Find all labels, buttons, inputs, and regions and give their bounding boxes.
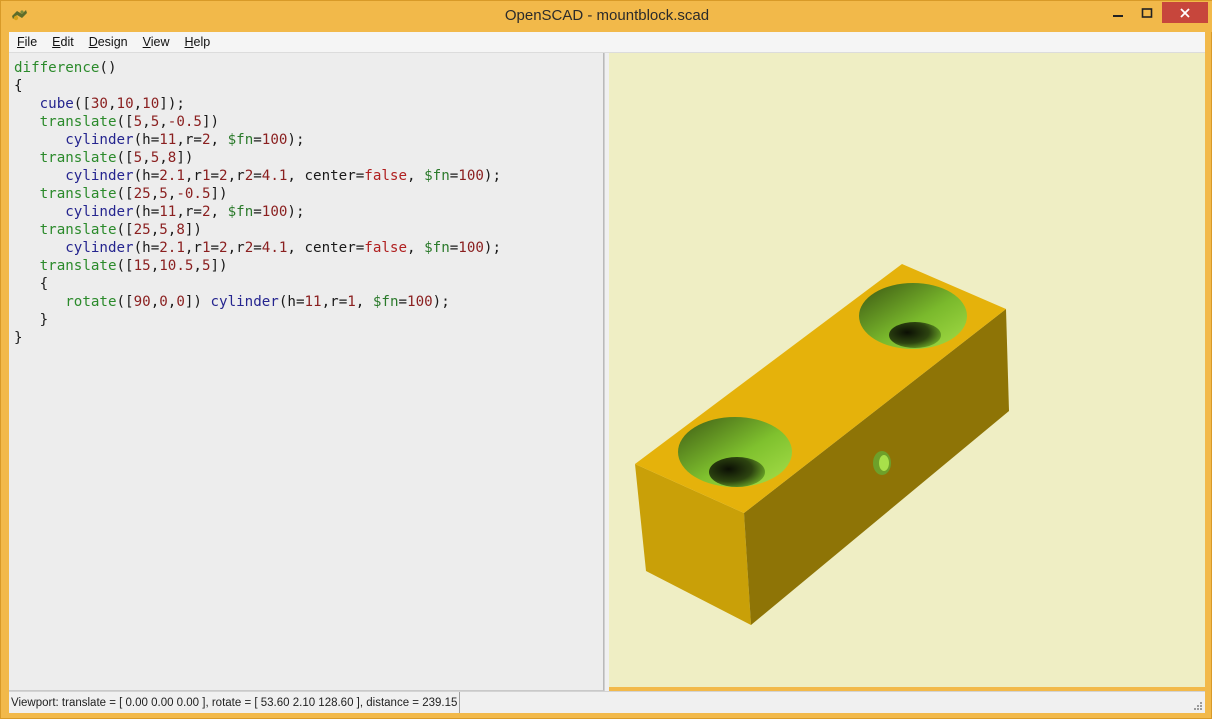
code-line: cylinder(h=11,r=2, $fn=100); (65, 204, 305, 220)
code-line: difference() (14, 60, 117, 76)
menu-file[interactable]: File (9, 35, 44, 49)
maximize-button[interactable] (1132, 2, 1162, 23)
code-line: translate([5,5,-0.5]) (39, 114, 220, 130)
title-bar[interactable]: OpenSCAD - mountblock.scad (1, 1, 1212, 32)
code-line: rotate([90,0,0]) cylinder(h=11,r=1, $fn=… (65, 294, 450, 310)
code-line: translate([25,5,8]) (39, 222, 202, 238)
side-hole (873, 451, 891, 475)
code-line: } (14, 330, 23, 346)
code-line: cylinder(h=2.1,r1=2,r2=4.1, center=false… (65, 168, 501, 184)
menu-design[interactable]: Design (81, 35, 135, 49)
countersink-hole-left (678, 417, 792, 487)
menu-view[interactable]: View (135, 35, 177, 49)
menu-help[interactable]: Help (177, 35, 218, 49)
code-line: translate([15,10.5,5]) (39, 258, 228, 274)
status-bar: Viewport: translate = [ 0.00 0.00 0.00 ]… (9, 691, 1205, 713)
app-window: OpenSCAD - mountblock.scad File Edit Des… (0, 0, 1212, 719)
code-line: translate([5,5,8]) (39, 150, 194, 166)
rendered-model (635, 264, 1009, 625)
countersink-hole-right (859, 283, 967, 349)
code-line: cylinder(h=11,r=2, $fn=100); (65, 132, 305, 148)
code-line: translate([25,5,-0.5]) (39, 186, 228, 202)
code-line: { (39, 276, 49, 292)
maximize-icon (1141, 7, 1153, 18)
close-button[interactable] (1162, 2, 1208, 23)
minimize-button[interactable] (1103, 2, 1133, 23)
code-editor[interactable]: difference() { cube([30,10,10]); translat… (9, 53, 604, 691)
code-line: cylinder(h=2.1,r1=2,r2=4.1, center=false… (65, 240, 501, 256)
3d-viewport[interactable] (609, 53, 1205, 687)
viewport-status: Viewport: translate = [ 0.00 0.00 0.00 ]… (11, 692, 461, 713)
code-line: { (14, 78, 23, 94)
resize-grip-icon[interactable] (1192, 700, 1202, 710)
minimize-icon (1113, 14, 1123, 17)
code-line: } (39, 312, 49, 328)
code-text[interactable]: difference() { cube([30,10,10]); translat… (14, 59, 501, 347)
code-line: cube([30,10,10]); (39, 96, 185, 112)
menu-edit[interactable]: Edit (44, 35, 81, 49)
close-icon (1180, 7, 1190, 18)
window-title: OpenSCAD - mountblock.scad (504, 7, 710, 24)
menu-bar: File Edit Design View Help (9, 32, 1205, 53)
